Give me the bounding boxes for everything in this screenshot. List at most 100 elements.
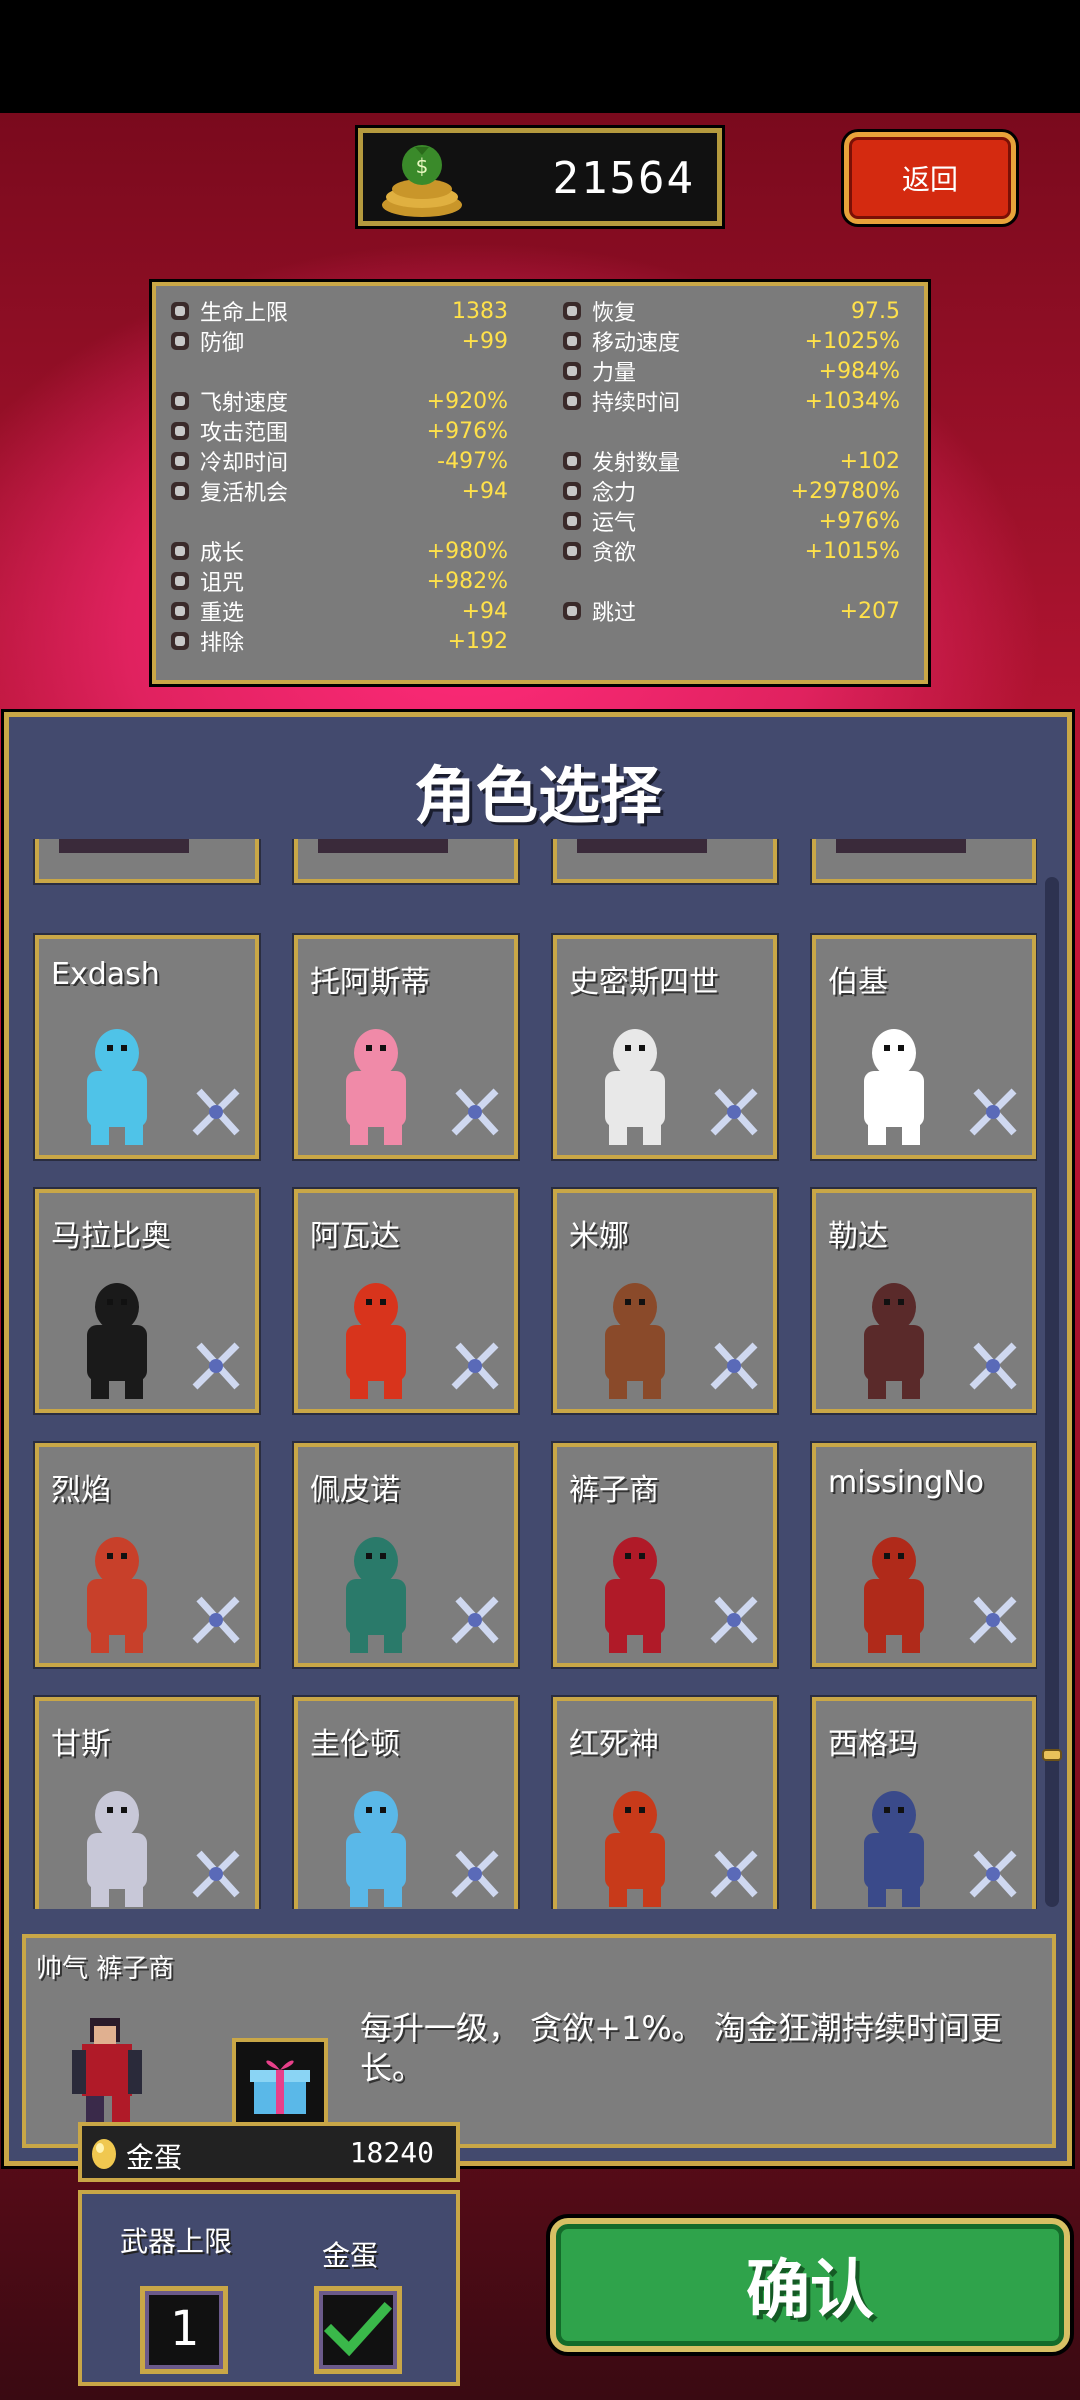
character-card[interactable]: 马拉比奥 [35,1189,259,1413]
stat-row: 攻击范围 +976% [168,416,508,446]
svg-text:$: $ [416,154,429,178]
character-sprite [864,1537,924,1653]
character-sprite [864,1283,924,1399]
heart-icon [168,299,192,323]
stat-name: 持续时间 [592,391,681,416]
character-card[interactable]: 勒达 [812,1189,1036,1413]
stat-value: +102 [839,448,900,474]
stat-row: 排除 +192 [168,626,508,656]
character-name: 甘斯 [51,1727,111,1762]
stat-value: -497% [437,448,508,474]
character-card[interactable]: Exdash [35,935,259,1159]
golden-egg-toggle-label: 金蛋 [322,2239,379,2272]
character-card[interactable] [553,839,777,883]
stat-row: 重选 +94 [168,596,508,626]
character-sprite [346,1029,406,1145]
character-card[interactable]: 甘斯 [35,1697,259,1909]
character-name: 勒达 [828,1219,888,1254]
stat-name: 飞射速度 [200,391,289,416]
scroll-thumb[interactable] [1042,1749,1062,1761]
cooldown-icon [168,449,192,473]
character-card[interactable]: 红死神 [553,1697,777,1909]
character-grid[interactable]: Exdash 托阿斯蒂 史密斯四世 伯基马拉比奥 阿瓦达 米娜 勒达烈焰 佩皮诺 裤子商 miss… [25,839,1037,1909]
weapon-limit-button[interactable]: 1 [140,2286,228,2374]
area-icon [168,419,192,443]
character-sprite [87,1791,147,1907]
stat-name: 复活机会 [200,481,289,506]
stat-value: 97.5 [851,298,900,324]
character-name: 伯基 [828,965,888,1000]
stat-value: +99 [461,328,508,354]
stat-row: 生命上限 1383 [168,296,508,326]
stat-name: 发射数量 [592,451,681,476]
stat-value: +29780% [790,478,900,504]
stat-name: 运气 [592,511,637,536]
character-name: 史密斯四世 [569,965,719,1000]
stat-row: 移动速度 +1025% [560,326,900,356]
character-name: 佩皮诺 [310,1473,400,1508]
character-card[interactable]: 伯基 [812,935,1036,1159]
stat-row: 运气 +976% [560,506,900,536]
character-name: Exdash [51,957,160,992]
character-card[interactable]: 圭伦顿 [294,1697,518,1909]
confirm-button[interactable]: 确认 [550,2218,1070,2352]
character-sprite [87,1029,147,1145]
stat-value: 1383 [452,298,508,324]
selected-character-name: 帅气 裤子商 [36,1954,175,1984]
character-name: missingNo [828,1465,985,1500]
stat-value: +984% [818,358,900,384]
character-card[interactable]: 史密斯四世 [553,935,777,1159]
stat-value: +94 [461,478,508,504]
coin-bag-icon: $ [382,145,462,217]
selected-weapon-slot [232,2038,328,2134]
stat-name: 攻击范围 [200,421,289,446]
stat-value: +94 [461,598,508,624]
character-card[interactable]: 托阿斯蒂 [294,935,518,1159]
character-card[interactable] [294,839,518,883]
character-card[interactable] [812,839,1036,883]
golden-egg-checkbox[interactable] [314,2286,402,2374]
character-sprite [318,839,448,853]
weapon-icon [969,1088,1017,1136]
character-sprite [346,1283,406,1399]
weapon-limit-label: 武器上限 [120,2225,233,2258]
character-card[interactable] [35,839,259,883]
wing-icon [560,329,584,353]
weapon-icon [192,1342,240,1390]
character-card[interactable]: 西格玛 [812,1697,1036,1909]
character-card[interactable]: 佩皮诺 [294,1443,518,1667]
stat-row: 飞射速度 +920% [168,386,508,416]
character-sprite [836,839,966,853]
panel-title: 角色选择 [413,759,662,832]
weapon-icon [451,1596,499,1644]
character-name: 西格玛 [828,1727,918,1762]
gold-value: 21564 [552,153,695,204]
stat-row: 力量 +984% [560,356,900,386]
weapon-icon [969,1850,1017,1898]
banish-icon [168,629,192,653]
stat-name: 成长 [200,541,245,566]
character-sprite [87,1537,147,1653]
stat-row: 冷却时间 -497% [168,446,508,476]
stat-row: 防御 +99 [168,326,508,356]
character-card[interactable]: 米娜 [553,1189,777,1413]
stat-row: 发射数量 +102 [560,446,900,476]
stat-value: +1025% [804,328,900,354]
character-card[interactable]: missingNo [812,1443,1036,1667]
stat-name: 生命上限 [200,301,289,326]
back-button[interactable]: 返回 [844,132,1016,224]
growth-icon [168,539,192,563]
might-icon [560,359,584,383]
curse-icon [168,569,192,593]
stat-row: 诅咒 +982% [168,566,508,596]
character-card[interactable]: 裤子商 [553,1443,777,1667]
checkmark-icon [323,2301,393,2357]
weapon-icon [710,1342,758,1390]
stat-name: 排除 [200,631,245,656]
status-bar-area [0,0,1080,113]
stat-value: +976% [818,508,900,534]
stats-panel: 生命上限 1383 防御 +99 飞射速度 +920% 攻击范围 +976% 冷却时间 -497%… [152,282,928,684]
character-card[interactable]: 烈焰 [35,1443,259,1667]
stat-value: +980% [426,538,508,564]
character-card[interactable]: 阿瓦达 [294,1189,518,1413]
